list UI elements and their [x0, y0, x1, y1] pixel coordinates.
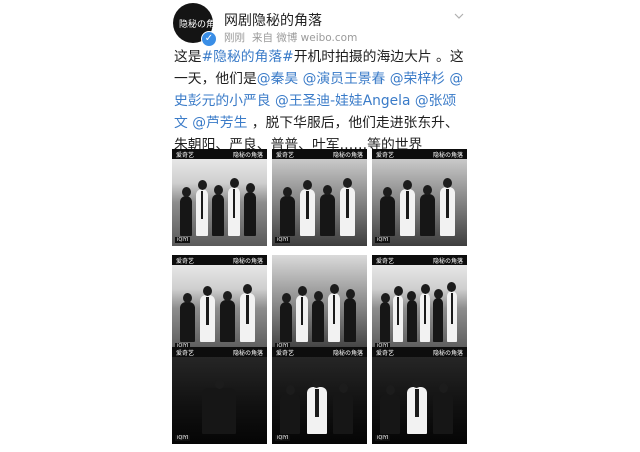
weibo-post-card: 隐秘の角落 ✓ 网剧隐秘的角落 刚刚 来自 微博 weibo.com 这是#隐秘的…	[172, 0, 470, 452]
person-figure	[228, 178, 240, 236]
photo-grid: 爱奇艺 隐秘の角落 iQIYI 爱奇艺 隐秘の角落 iQIYI 爱奇艺 隐秘の角落 iQIYI 爱…	[172, 147, 470, 452]
photo-brand-label: 爱奇艺	[376, 350, 395, 357]
person-figure	[440, 178, 455, 236]
person-figure	[344, 289, 356, 342]
person-figure	[446, 282, 457, 342]
photo-brand-label: 爱奇艺	[276, 350, 295, 357]
photo-title-label: 隐秘の角落	[432, 152, 463, 159]
photo-thumbnail[interactable]: 爱奇艺 隐秘の角落 iQIYI	[172, 149, 267, 246]
person-figure	[380, 293, 390, 342]
photo-thumbnail[interactable]: 爱奇艺 隐秘の角落 iQIYI	[372, 149, 467, 246]
post-text-fragment: 这是	[174, 49, 202, 65]
person-figure	[180, 293, 195, 342]
photo-thumbnail[interactable]: 爱奇艺 隐秘の角落 iQIYI	[372, 347, 467, 444]
photo-watermark: iQIYI	[375, 435, 391, 441]
photo-banner: 爱奇艺 隐秘の角落	[372, 347, 467, 357]
photo-brand-label: 爱奇艺	[376, 258, 395, 265]
mention-link[interactable]: @王圣迪-娃娃Angela	[275, 93, 410, 109]
photo-title-label: 隐秘の角落	[332, 350, 363, 357]
photo-thumbnail[interactable]: 爱奇艺 隐秘の角落 iQIYI	[172, 255, 267, 352]
photo-banner: 爱奇艺 隐秘の角落	[272, 347, 367, 357]
photo-watermark: iQIYI	[175, 435, 191, 441]
mention-link[interactable]: @荣梓杉	[390, 71, 445, 87]
person-figure	[280, 187, 295, 236]
photo-title-label: 隐秘の角落	[432, 258, 463, 265]
person-figure	[244, 183, 256, 236]
photo-title-label: 隐秘の角落	[332, 152, 363, 159]
person-figure	[180, 187, 192, 236]
mention-link[interactable]: @秦昊	[257, 71, 298, 87]
photo-banner: 爱奇艺 隐秘の角落	[172, 149, 267, 159]
photo-title-label: 隐秘の角落	[232, 258, 263, 265]
person-figure	[380, 187, 395, 236]
photo-thumbnail[interactable]: iQIYI	[272, 255, 367, 352]
person-figure	[202, 379, 236, 434]
photo-banner: 爱奇艺 隐秘の角落	[172, 255, 267, 265]
avatar[interactable]: 隐秘の角落 ✓	[173, 3, 224, 47]
photo-watermark: iQIYI	[275, 435, 291, 441]
post-source[interactable]: 来自 微博 weibo.com	[252, 32, 357, 44]
avatar-logo-text: 隐秘の角落	[179, 20, 225, 30]
person-figure	[196, 180, 208, 236]
person-figure	[433, 383, 454, 434]
post-text: 这是#隐秘的角落#开机时拍摄的海边大片 。这一天，他们是@秦昊 @演员王景春 @…	[174, 46, 464, 156]
person-figure	[320, 185, 335, 236]
person-figure	[280, 293, 292, 342]
photo-banner: 爱奇艺 隐秘の角落	[372, 149, 467, 159]
person-figure	[300, 180, 315, 236]
photo-thumbnail[interactable]: 爱奇艺 隐秘の角落 iQIYI	[272, 149, 367, 246]
person-figure	[433, 289, 444, 342]
post-time: 刚刚	[224, 32, 245, 44]
photo-brand-label: 爱奇艺	[176, 258, 195, 265]
person-figure	[400, 180, 415, 236]
photo-watermark: iQIYI	[175, 237, 191, 243]
person-figure	[212, 185, 224, 236]
author-name[interactable]: 网剧隐秘的角落	[224, 10, 322, 30]
person-figure	[328, 284, 340, 342]
person-figure	[220, 291, 235, 342]
person-figure	[420, 284, 430, 342]
hashtag-link[interactable]: #隐秘的角落#	[202, 49, 294, 65]
photo-banner: 爱奇艺 隐秘の角落	[172, 347, 267, 357]
mention-link[interactable]: @芦芳生	[192, 115, 247, 131]
photo-brand-label: 爱奇艺	[276, 152, 295, 159]
person-figure	[200, 286, 215, 342]
photo-thumbnail[interactable]: 爱奇艺 隐秘の角落 iQIYI	[372, 255, 467, 352]
person-figure	[393, 286, 404, 342]
photo-brand-label: 爱奇艺	[176, 152, 195, 159]
person-figure	[406, 378, 427, 434]
photo-watermark: iQIYI	[375, 237, 391, 243]
person-figure	[420, 185, 435, 236]
photo-brand-label: 爱奇艺	[176, 350, 195, 357]
person-figure	[380, 385, 400, 434]
person-figure	[280, 385, 300, 434]
person-figure	[240, 284, 255, 342]
photo-brand-label: 爱奇艺	[376, 152, 395, 159]
photo-thumbnail[interactable]: 爱奇艺 隐秘の角落 iQIYI	[172, 347, 267, 444]
photo-thumbnail[interactable]: 爱奇艺 隐秘の角落 iQIYI	[272, 347, 367, 444]
person-figure	[340, 178, 355, 236]
photo-title-label: 隐秘の角落	[232, 152, 263, 159]
person-figure	[333, 383, 354, 434]
verified-badge-icon: ✓	[201, 31, 217, 47]
photo-banner: 爱奇艺 隐秘の角落	[272, 149, 367, 159]
person-figure	[312, 291, 324, 342]
photo-watermark: iQIYI	[275, 237, 291, 243]
mention-link[interactable]: @演员王景春	[303, 71, 386, 87]
person-figure	[406, 291, 417, 342]
person-figure	[306, 378, 327, 434]
chevron-down-icon[interactable]	[454, 11, 464, 21]
photo-title-label: 隐秘の角落	[432, 350, 463, 357]
post-meta: 刚刚 来自 微博 weibo.com	[224, 30, 357, 45]
person-figure	[296, 286, 308, 342]
photo-banner: 爱奇艺 隐秘の角落	[372, 255, 467, 265]
photo-title-label: 隐秘の角落	[232, 350, 263, 357]
